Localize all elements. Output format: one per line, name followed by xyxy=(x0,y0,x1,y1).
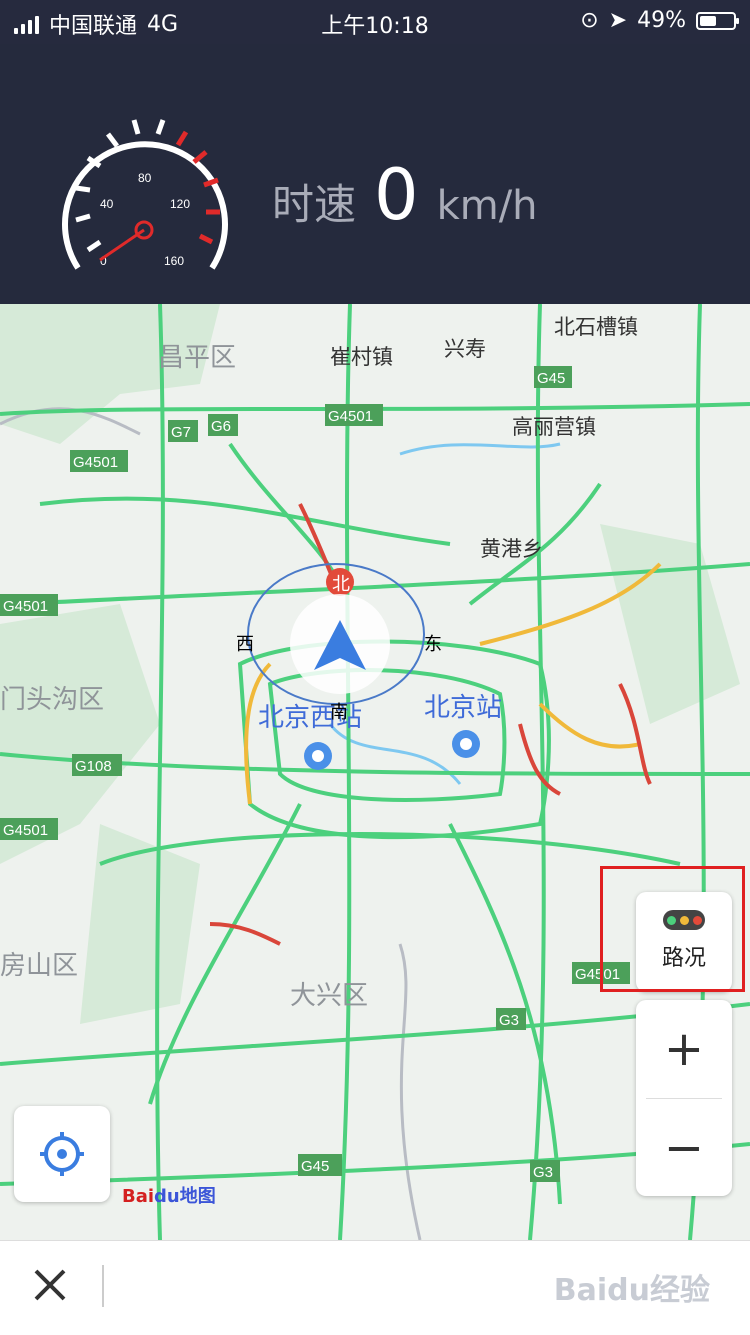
road-g45-b: G45 xyxy=(301,1158,329,1175)
watermark: Baidu经验 xyxy=(553,1273,710,1308)
place-cuicun: 崔村镇 xyxy=(330,346,393,369)
road-g3-b: G3 xyxy=(533,1164,553,1181)
compass-west: 西 xyxy=(236,634,254,654)
station-pin[interactable] xyxy=(452,730,480,758)
divider xyxy=(102,1265,104,1307)
road-g108: G108 xyxy=(75,758,112,775)
place-gaoliying: 高丽营镇 xyxy=(512,416,596,439)
compass-east: 东 xyxy=(424,634,442,654)
road-g6: G6 xyxy=(211,418,231,435)
station-west-pin[interactable] xyxy=(304,742,332,770)
baidu-map-logo: Baidu地图 xyxy=(122,1182,216,1208)
place-changping: 昌平区 xyxy=(158,342,236,372)
zoom-control: + − xyxy=(636,1000,732,1196)
place-daxing: 大兴区 xyxy=(290,980,368,1010)
place-fangshan: 房山区 xyxy=(0,950,78,980)
speed-unit: km/h xyxy=(436,183,538,229)
highlight-box xyxy=(600,866,745,992)
rotation-lock-icon: ⊙ xyxy=(580,8,599,33)
zoom-in-button[interactable]: + xyxy=(636,1000,732,1098)
zoom-out-button[interactable]: − xyxy=(636,1099,732,1197)
place-xingshou: 兴寿 xyxy=(444,338,486,361)
road-g4501-a: G4501 xyxy=(328,408,373,425)
location-arrow-icon: ➤ xyxy=(608,8,628,33)
road-g3-a: G3 xyxy=(499,1012,519,1029)
battery-icon xyxy=(696,11,739,30)
logo-text-2: du地图 xyxy=(154,1186,216,1207)
battery-percent: 49% xyxy=(637,8,686,33)
locate-button[interactable] xyxy=(14,1106,110,1202)
close-icon[interactable] xyxy=(30,1265,70,1305)
compass-south: 南 xyxy=(330,702,348,722)
road-g45-a: G45 xyxy=(537,370,565,387)
road-g4501-c: G4501 xyxy=(3,598,48,615)
speedometer-gauge: 0 40 80 120 160 xyxy=(62,119,228,270)
gauge-tick-160: 160 xyxy=(164,254,184,268)
speed-label: 时速 xyxy=(272,180,357,229)
gauge-tick-80: 80 xyxy=(138,171,152,185)
road-g7: G7 xyxy=(171,424,191,441)
status-bar: 中国联通 4G 上午10:18 ⊙ ➤ 49% xyxy=(0,0,750,44)
road-g4501-d: G4501 xyxy=(3,822,48,839)
road-g4501-b: G4501 xyxy=(73,454,118,471)
place-beishicao: 北石槽镇 xyxy=(554,316,638,339)
compass-north: 北 xyxy=(332,574,350,594)
speed-panel: 0 40 80 120 160 时速 0 km/h xyxy=(0,44,750,304)
current-location-arrow-icon xyxy=(290,594,390,694)
speed-value: 0 xyxy=(374,154,419,236)
crosshair-icon xyxy=(40,1132,84,1176)
station-beijing: 北京站 xyxy=(424,692,502,722)
place-huanggang: 黄港乡 xyxy=(480,538,543,561)
bottom-bar: Baidu经验 xyxy=(0,1240,750,1335)
gauge-tick-120: 120 xyxy=(170,197,190,211)
gauge-tick-40: 40 xyxy=(100,197,114,211)
logo-text-1: Bai xyxy=(122,1186,155,1207)
place-mentougou: 门头沟区 xyxy=(0,684,104,714)
